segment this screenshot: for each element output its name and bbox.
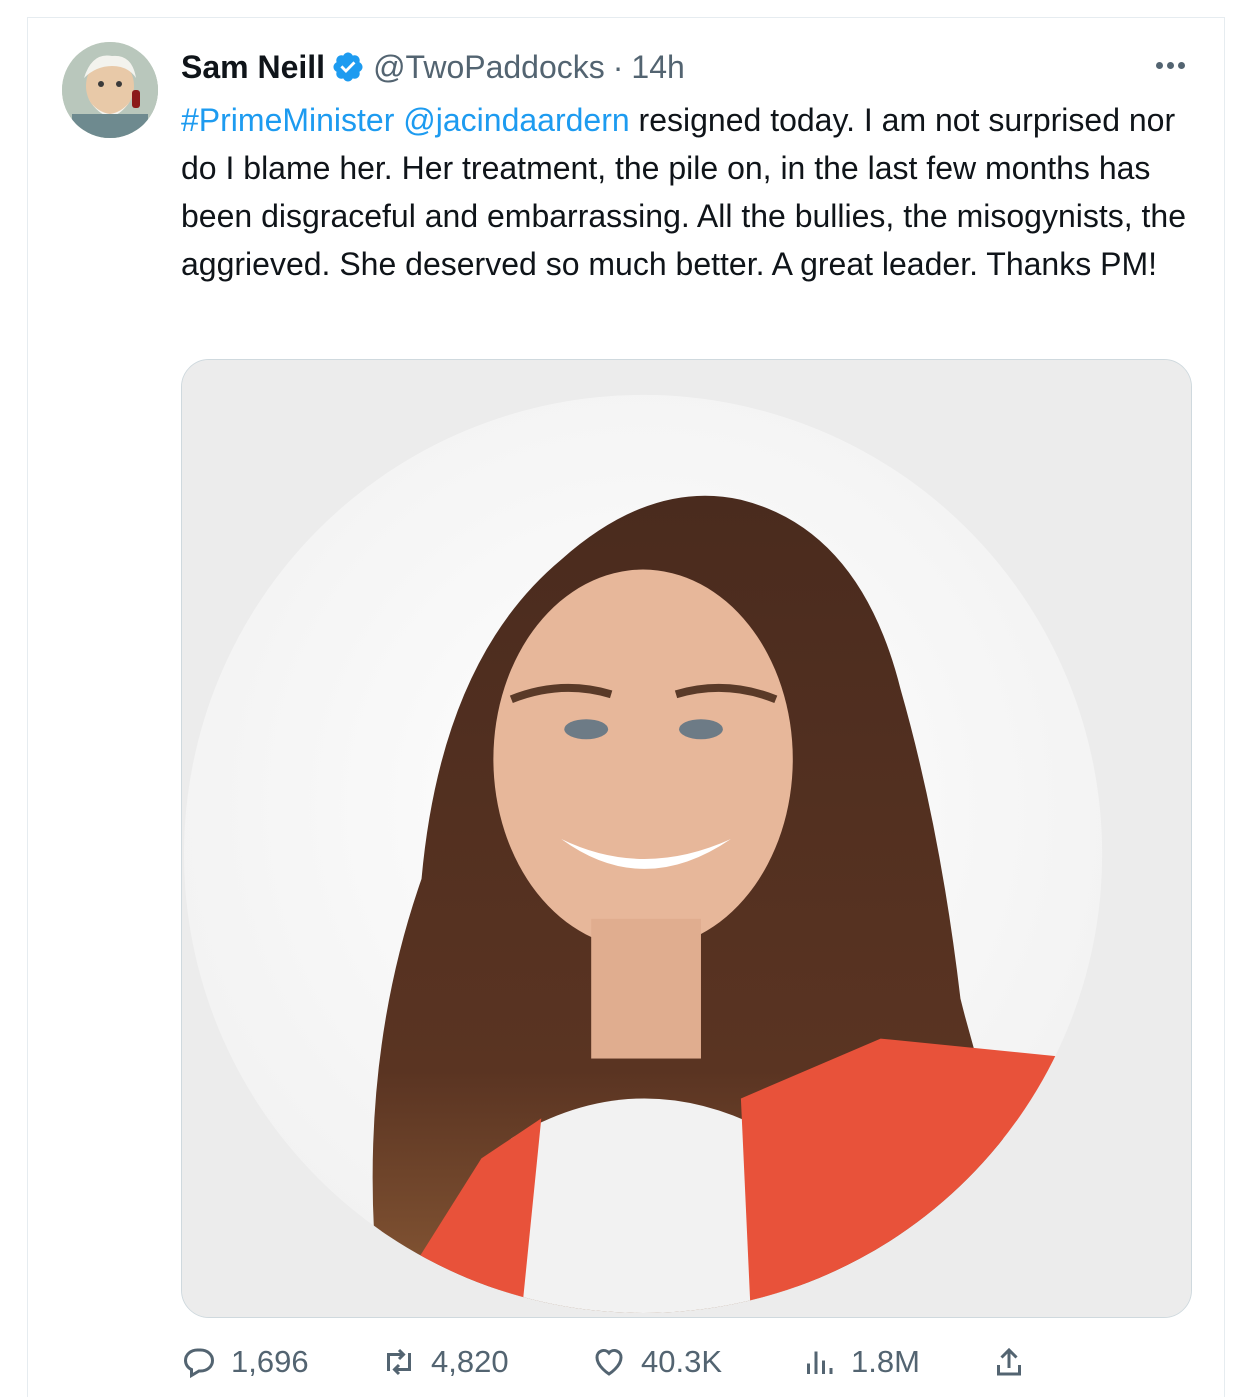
caricature-avatar-image (62, 42, 158, 138)
author-handle[interactable]: @TwoPaddocks (373, 49, 605, 86)
author-avatar[interactable] (62, 42, 158, 138)
tweet-actions: 1,696 4,820 40.3K 1.8M (181, 1342, 1192, 1382)
views-button[interactable]: 1.8M (801, 1344, 920, 1380)
tweet-timestamp[interactable]: 14h (631, 49, 684, 86)
share-button[interactable] (991, 1344, 1041, 1380)
retweet-button[interactable]: 4,820 (381, 1344, 509, 1380)
mention-link[interactable]: @jacindaardern (403, 102, 629, 138)
like-count: 40.3K (641, 1344, 723, 1379)
views-icon (807, 1351, 833, 1374)
reply-count: 1,696 (231, 1344, 309, 1379)
reply-button[interactable]: 1,696 (181, 1344, 309, 1380)
portrait-photo (182, 360, 1191, 1317)
hashtag-link[interactable]: #PrimeMinister (181, 102, 394, 138)
more-options-icon[interactable] (1148, 50, 1192, 80)
verified-badge-icon (333, 52, 363, 82)
share-icon (997, 1347, 1021, 1376)
views-count: 1.8M (851, 1344, 920, 1379)
separator-dot: · (612, 48, 624, 85)
tweet-header: Sam Neill @TwoPaddocks · 14h (181, 47, 685, 87)
author-name[interactable]: Sam Neill (181, 49, 325, 86)
tweet-text: #PrimeMinister @jacindaardern resigned t… (181, 96, 1211, 288)
like-button[interactable]: 40.3K (591, 1344, 722, 1380)
heart-icon (595, 1349, 623, 1376)
reply-icon (183, 1348, 215, 1379)
retweet-icon (387, 1348, 411, 1376)
tweet-media-image[interactable] (181, 359, 1192, 1318)
retweet-count: 4,820 (431, 1344, 509, 1379)
